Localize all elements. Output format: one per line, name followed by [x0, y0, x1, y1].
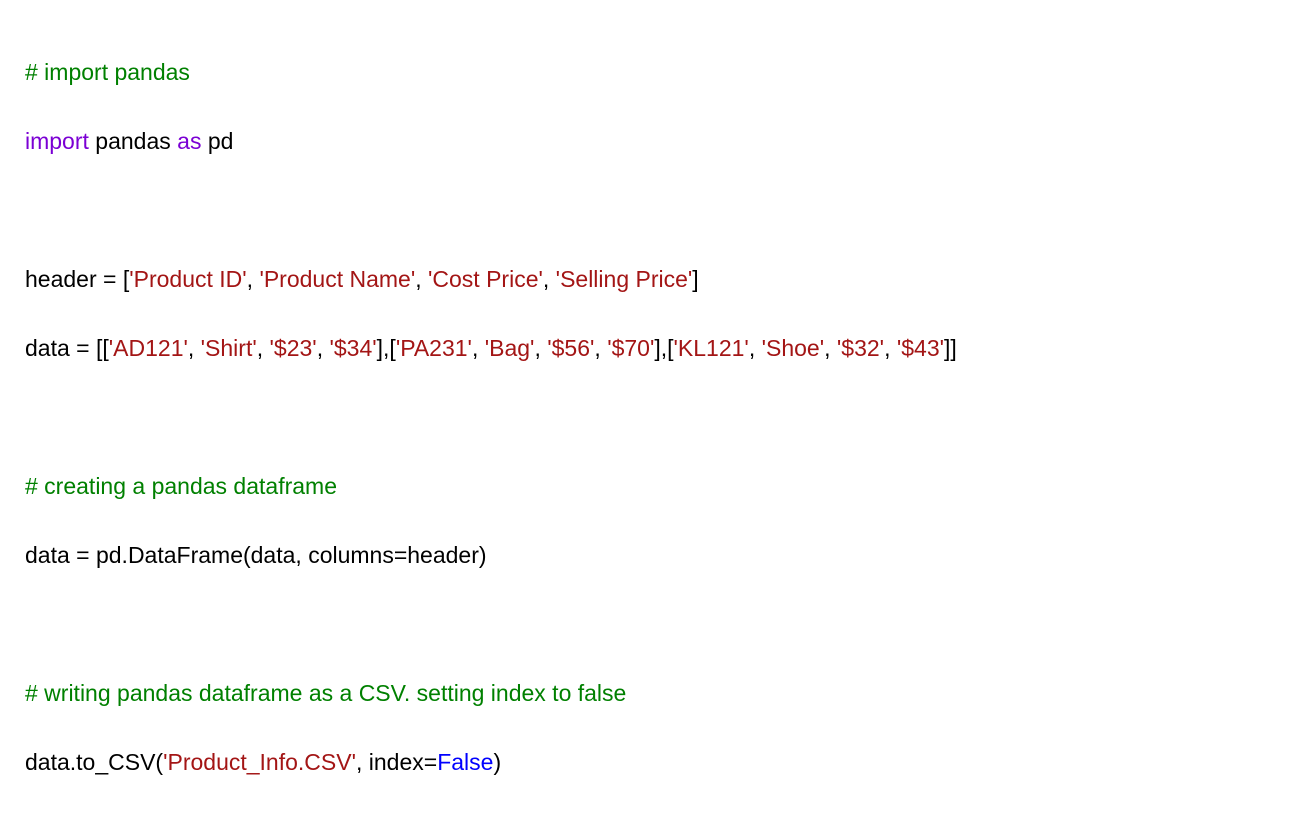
comment-csv: # writing pandas dataframe as a CSV. set…	[25, 680, 626, 706]
code-line-3: header = ['Product ID', 'Product Name', …	[25, 262, 1277, 297]
comma: ,	[257, 335, 270, 361]
comma: ,	[594, 335, 607, 361]
comment-import: # import pandas	[25, 59, 190, 85]
index-kwarg: , index=	[356, 749, 437, 775]
row1-col2: 'Shirt'	[201, 335, 257, 361]
row2-col4: '$70'	[607, 335, 654, 361]
blank-line-1	[25, 193, 1277, 228]
comma: ,	[188, 335, 201, 361]
code-line-8: data.to_CSV('Product_Info.CSV', index=Fa…	[25, 745, 1277, 780]
alias-pd: pd	[201, 128, 233, 154]
csv-filename: 'Product_Info.CSV'	[163, 749, 356, 775]
header-item-3: 'Cost Price'	[428, 266, 543, 292]
bool-false: False	[437, 749, 493, 775]
bracket-mid1: ],[	[377, 335, 396, 361]
code-line-5: # creating a pandas dataframe	[25, 469, 1277, 504]
keyword-as: as	[177, 128, 201, 154]
row3-col4: '$43'	[897, 335, 944, 361]
comma: ,	[472, 335, 485, 361]
comma: ,	[824, 335, 837, 361]
row1-col3: '$23'	[270, 335, 317, 361]
paren-close: )	[493, 749, 501, 775]
python-code-snippet: # import pandas import pandas as pd head…	[25, 20, 1277, 814]
blank-line-2	[25, 400, 1277, 435]
comma: ,	[317, 335, 330, 361]
code-line-7: # writing pandas dataframe as a CSV. set…	[25, 676, 1277, 711]
comma: ,	[534, 335, 547, 361]
header-assign: header = [	[25, 266, 129, 292]
data-assign: data = [[	[25, 335, 109, 361]
comma: ,	[543, 266, 556, 292]
header-item-2: 'Product Name'	[259, 266, 415, 292]
row3-col2: 'Shoe'	[762, 335, 825, 361]
row1-col4: '$34'	[329, 335, 376, 361]
bracket-close2: ]]	[944, 335, 957, 361]
comment-dataframe: # creating a pandas dataframe	[25, 473, 337, 499]
to-csv-pre: data.to_CSV(	[25, 749, 163, 775]
bracket-mid2: ],[	[654, 335, 673, 361]
comma: ,	[749, 335, 762, 361]
row2-col1: 'PA231'	[396, 335, 472, 361]
blank-line-3	[25, 607, 1277, 642]
row1-col1: 'AD121'	[109, 335, 188, 361]
header-item-1: 'Product ID'	[129, 266, 246, 292]
code-line-6: data = pd.DataFrame(data, columns=header…	[25, 538, 1277, 573]
row2-col2: 'Bag'	[485, 335, 535, 361]
row3-col1: 'KL121'	[674, 335, 749, 361]
comma: ,	[884, 335, 897, 361]
row2-col3: '$56'	[547, 335, 594, 361]
keyword-import: import	[25, 128, 89, 154]
bracket-close: ]	[692, 266, 698, 292]
code-line-2: import pandas as pd	[25, 124, 1277, 159]
code-line-1: # import pandas	[25, 55, 1277, 90]
row3-col3: '$32'	[837, 335, 884, 361]
module-pandas: pandas	[89, 128, 177, 154]
comma: ,	[247, 266, 260, 292]
comma: ,	[415, 266, 428, 292]
code-line-4: data = [['AD121', 'Shirt', '$23', '$34']…	[25, 331, 1277, 366]
header-item-4: 'Selling Price'	[556, 266, 693, 292]
dataframe-construct: data = pd.DataFrame(data, columns=header…	[25, 542, 487, 568]
